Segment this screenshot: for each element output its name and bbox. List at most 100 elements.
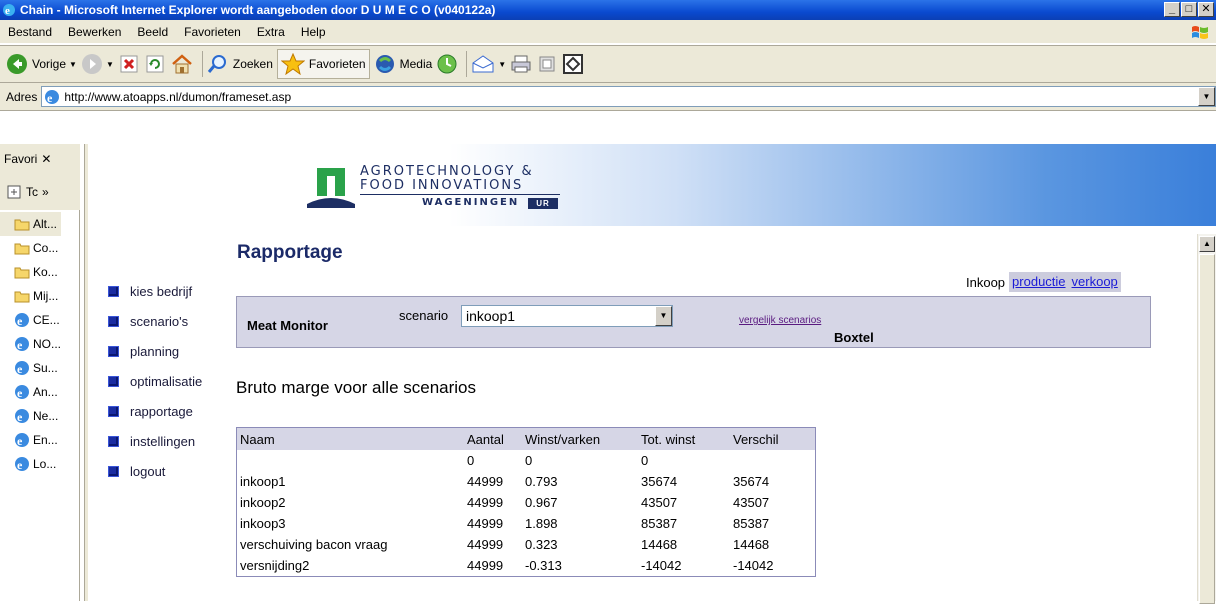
svg-text:e: e <box>17 362 23 376</box>
media-button[interactable]: Media <box>374 49 432 79</box>
afsg-logo: AGROTECHNOLOGY & FOOD INNOVATIONS WAGENI… <box>305 162 560 211</box>
forward-button[interactable]: ▼ <box>81 49 114 79</box>
ie-page-icon: e <box>15 409 29 424</box>
stop-icon <box>120 55 138 73</box>
logo-line-2: FOOD INNOVATIONS <box>360 178 524 193</box>
nav-item[interactable]: logout <box>108 456 202 486</box>
search-icon <box>207 55 226 73</box>
table-body: 0 0 0 inkoop1 44999 0.793 35674 35674 inkoop2 449… <box>237 450 815 576</box>
nav-bullet-icon <box>108 465 119 477</box>
favorite-item[interactable]: e En... <box>0 428 61 452</box>
menu-beeld[interactable]: Beeld <box>129 25 176 39</box>
nav-bullet-icon <box>108 435 119 447</box>
address-input[interactable]: e http://www.atoapps.nl/dumon/frameset.a… <box>41 86 1216 107</box>
scenario-label: scenario <box>399 308 449 323</box>
media-icon <box>375 55 394 73</box>
table-cell: 43507 <box>733 495 770 510</box>
favorite-item[interactable]: Ko... <box>0 260 61 284</box>
location-label: Boxtel <box>834 330 874 345</box>
table-cell: inkoop1 <box>240 474 286 489</box>
print-button[interactable] <box>510 49 532 79</box>
refresh-button[interactable] <box>144 49 166 79</box>
favorite-item[interactable]: e An... <box>0 380 61 404</box>
ie-logo-icon: e <box>3 4 15 17</box>
back-button[interactable]: Vorige ▼ <box>6 49 77 79</box>
menu-favorieten[interactable]: Favorieten <box>176 25 249 39</box>
search-button[interactable]: Zoeken <box>207 49 273 79</box>
menu-help[interactable]: Help <box>293 25 334 39</box>
nav-bullet-icon <box>108 315 119 327</box>
mail-button[interactable]: ▼ <box>471 49 506 79</box>
favorite-item[interactable]: e Ne... <box>0 404 61 428</box>
edit-button[interactable] <box>536 49 558 79</box>
nav-bullet-icon <box>108 405 119 417</box>
favorites-button[interactable]: Favorieten <box>276 49 370 79</box>
stop-button[interactable] <box>118 49 140 79</box>
nav-item[interactable]: kies bedrijf <box>108 276 202 306</box>
toolbar-separator <box>201 51 203 77</box>
table-cell: 44999 <box>467 516 504 531</box>
table-cell: inkoop3 <box>240 516 286 531</box>
favorite-item[interactable]: e CE... <box>0 308 61 332</box>
svg-text:e: e <box>47 91 53 105</box>
results-table: Naam Aantal Winst/varken Tot. winst Vers… <box>236 427 816 577</box>
windows-flag-icon <box>1192 26 1208 39</box>
nav-item[interactable]: rapportage <box>108 396 202 426</box>
nav-item[interactable]: optimalisatie <box>108 366 202 396</box>
scenario-select[interactable]: inkoop1 ▼ <box>461 305 673 327</box>
table-cell: 35674 <box>641 474 678 489</box>
back-arrow-icon <box>7 54 27 74</box>
table-cell: 1.898 <box>525 516 558 531</box>
favorite-item[interactable]: Alt... <box>0 212 62 236</box>
restore-button[interactable]: □ <box>1181 2 1197 17</box>
home-button[interactable] <box>170 49 194 79</box>
scroll-up-icon[interactable]: ▲ <box>1199 236 1215 252</box>
ie-page-icon: e <box>15 313 29 328</box>
report-tab-verkoop[interactable]: verkoop <box>1068 272 1121 292</box>
menu-extra[interactable]: Extra <box>249 25 293 39</box>
favorites-tools[interactable]: Tc » <box>0 174 80 210</box>
table-row: versnijding2 44999 -0.313 -14042 -14042 <box>237 555 815 576</box>
close-pane-icon[interactable]: ✕ <box>41 152 51 166</box>
side-navigation: kies bedrijf scenario's planning optimalisa… <box>108 276 202 486</box>
history-button[interactable] <box>436 49 458 79</box>
minimize-button[interactable]: _ <box>1164 2 1180 17</box>
menu-bewerken[interactable]: Bewerken <box>60 25 129 39</box>
svg-text:e: e <box>17 314 23 328</box>
svg-text:e: e <box>17 458 23 472</box>
mail-dropdown-icon[interactable]: ▼ <box>498 60 506 69</box>
report-tab-productie[interactable]: productie <box>1009 272 1069 292</box>
address-label: Adres <box>6 89 38 104</box>
discuss-button[interactable] <box>562 49 584 79</box>
window-title-bar[interactable]: e Chain - Microsoft Internet Explorer wo… <box>0 0 1216 20</box>
back-dropdown-icon[interactable]: ▼ <box>69 60 77 69</box>
chevron-down-icon[interactable]: ▼ <box>655 306 672 326</box>
nav-item[interactable]: instellingen <box>108 426 202 456</box>
address-dropdown-button[interactable]: ▼ <box>1198 87 1215 106</box>
table-row: 0 0 0 <box>237 450 815 471</box>
address-bar: Adres e http://www.atoapps.nl/dumon/fram… <box>0 83 1216 111</box>
column-header-naam: Naam <box>240 431 275 447</box>
chevron-more-icon[interactable]: » <box>42 185 49 199</box>
scrollbar-thumb[interactable] <box>1199 254 1215 604</box>
favorites-star-icon <box>280 53 305 75</box>
folder-icon <box>14 291 30 303</box>
menu-bestand[interactable]: Bestand <box>0 25 60 39</box>
nav-item[interactable]: planning <box>108 336 202 366</box>
folder-icon <box>14 219 30 231</box>
forward-dropdown-icon[interactable]: ▼ <box>106 60 114 69</box>
logo-line-1: AGROTECHNOLOGY & <box>360 164 534 179</box>
forward-arrow-icon <box>81 54 102 74</box>
nav-item[interactable]: scenario's <box>108 306 202 336</box>
compare-scenarios-link[interactable]: vergelijk scenarios <box>739 315 821 326</box>
table-cell: 0 <box>641 453 649 468</box>
close-button[interactable]: ✕ <box>1198 2 1214 17</box>
favorite-item[interactable]: e NO... <box>0 332 61 356</box>
favorite-item[interactable]: Mij... <box>0 284 61 308</box>
favorite-item[interactable]: e Lo... <box>0 452 61 476</box>
favorite-item[interactable]: Co... <box>0 236 61 260</box>
vertical-scrollbar[interactable]: ▲ <box>1197 234 1216 604</box>
favorite-item[interactable]: e Su... <box>0 356 61 380</box>
ie-page-icon: e <box>15 385 29 400</box>
table-cell: verschuiving bacon vraag <box>240 537 388 552</box>
